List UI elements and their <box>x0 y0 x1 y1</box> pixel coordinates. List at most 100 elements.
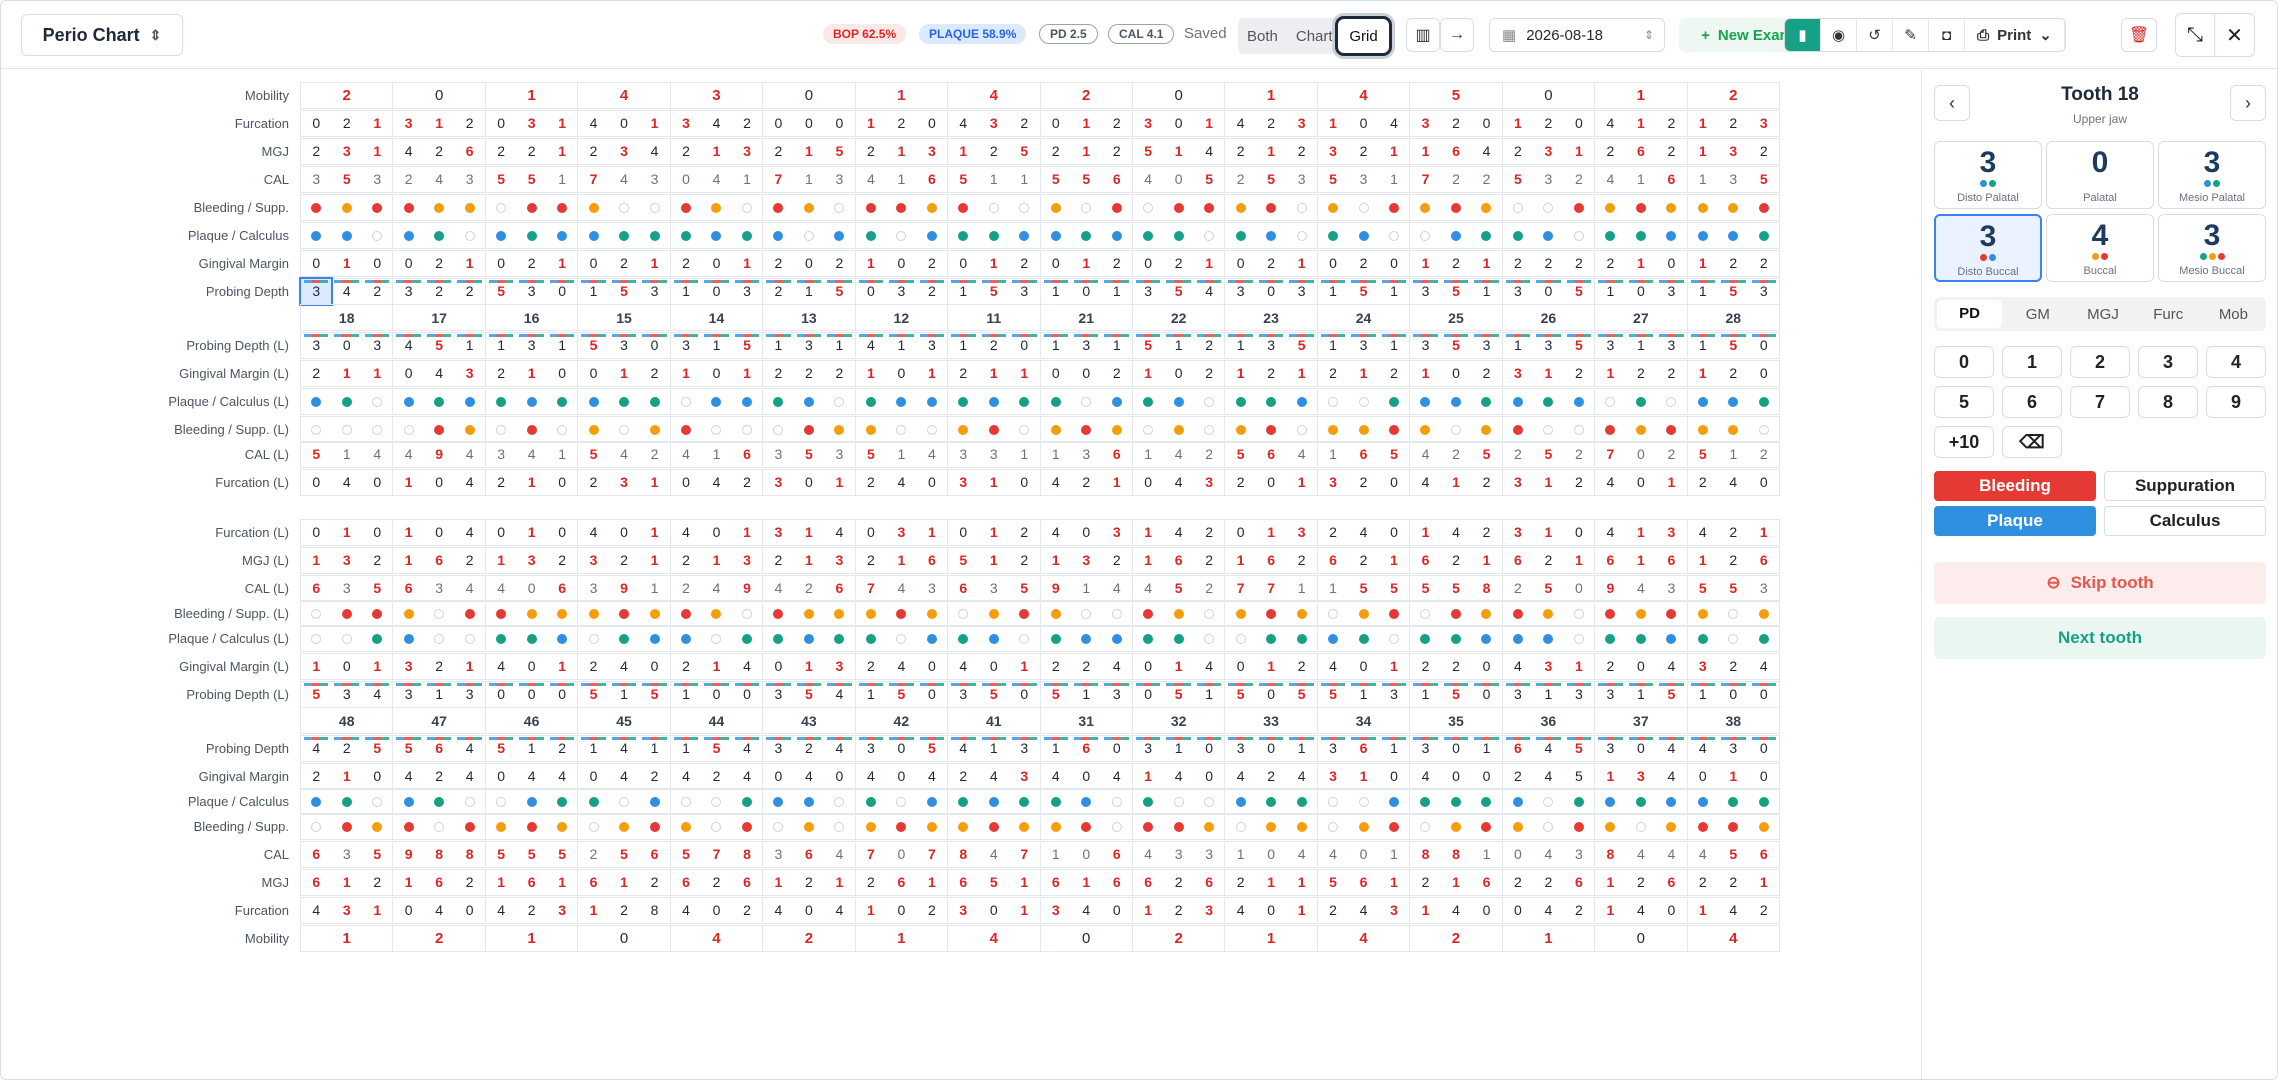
site-value[interactable]: 1 <box>516 470 546 495</box>
site-value[interactable]: 1 <box>824 870 854 895</box>
site-marker[interactable] <box>671 789 701 814</box>
site-value[interactable]: 2 <box>301 764 331 789</box>
site-marker[interactable] <box>732 223 762 248</box>
site-value[interactable]: 1 <box>1133 520 1163 545</box>
site-value[interactable]: 4 <box>1595 470 1625 495</box>
tooth-cell[interactable]: 412 <box>1595 111 1688 136</box>
site-value[interactable]: 5 <box>609 279 639 304</box>
tooth-cell[interactable] <box>1688 195 1779 220</box>
site-value[interactable]: 0 <box>1133 682 1163 707</box>
site-marker[interactable] <box>424 389 454 414</box>
site-value[interactable]: 5 <box>639 682 669 707</box>
tooth-cell[interactable]: 125 <box>948 139 1041 164</box>
site-value[interactable]: 6 <box>1471 870 1501 895</box>
site-value[interactable]: 1 <box>609 870 639 895</box>
site-marker[interactable] <box>301 389 331 414</box>
tooth-cell[interactable]: 353 <box>301 167 394 192</box>
site-value[interactable]: 1 <box>1503 333 1533 358</box>
tooth-cell[interactable]: 5 <box>1410 83 1503 108</box>
tooth-cell[interactable]: 634 <box>393 576 486 601</box>
tooth-cell[interactable]: 612 <box>578 870 671 895</box>
site-value[interactable]: 0 <box>1749 736 1779 761</box>
key-plus10[interactable]: +10 <box>1934 426 1994 458</box>
site-value[interactable]: 3 <box>331 898 361 923</box>
site-value[interactable]: 1 <box>1471 279 1501 304</box>
tooth-cell[interactable] <box>948 223 1041 248</box>
site-value[interactable]: 0 <box>763 764 793 789</box>
site-value[interactable]: 0 <box>578 764 608 789</box>
site-value[interactable]: 2 <box>362 548 392 573</box>
site-value[interactable]: 0 <box>639 654 669 679</box>
site-value[interactable]: 0 <box>1009 682 1039 707</box>
site-value[interactable]: 2 <box>1041 654 1071 679</box>
site-value[interactable]: 6 <box>1101 870 1131 895</box>
site-value[interactable]: 5 <box>1256 167 1286 192</box>
site-value[interactable]: 0 <box>1379 251 1409 276</box>
site-marker[interactable] <box>1749 626 1779 651</box>
site-value[interactable]: 2 <box>1009 548 1039 573</box>
site-value[interactable]: 0 <box>362 764 392 789</box>
site-value[interactable]: 1 <box>886 442 916 467</box>
site-value[interactable]: 1 <box>1379 736 1409 761</box>
site-marker[interactable] <box>1318 626 1348 651</box>
site-marker[interactable] <box>1041 223 1071 248</box>
site-value[interactable]: 2 <box>1194 576 1224 601</box>
site-marker[interactable] <box>1225 601 1255 626</box>
tooth-cell[interactable] <box>1133 417 1226 442</box>
site-value[interactable]: 3 <box>1256 333 1286 358</box>
site-value[interactable]: 5 <box>301 442 331 467</box>
tooth-cell[interactable]: 531 <box>1318 167 1411 192</box>
site-value[interactable]: 3 <box>547 898 577 923</box>
site-marker[interactable] <box>578 601 608 626</box>
tooth-cell[interactable]: 044 <box>486 764 579 789</box>
tooth-cell[interactable]: 0 <box>1595 926 1688 951</box>
tooth-cell[interactable]: 512 <box>1133 333 1226 358</box>
site-value[interactable]: 1 <box>1379 654 1409 679</box>
tooth-cell[interactable]: 021 <box>393 251 486 276</box>
site-value[interactable]: 2 <box>362 279 392 304</box>
site-value[interactable]: 3 <box>1194 470 1224 495</box>
site-value[interactable]: 3 <box>362 333 392 358</box>
site-value[interactable]: 2 <box>1441 548 1471 573</box>
tooth-cell[interactable]: 505 <box>1225 682 1318 707</box>
site-value[interactable]: 0 <box>1041 111 1071 136</box>
tooth-cell[interactable]: 1 <box>856 83 949 108</box>
tooth-cell[interactable]: 353 <box>1410 333 1503 358</box>
site-value[interactable]: 5 <box>301 682 331 707</box>
tooth-cell[interactable]: 324 <box>1688 654 1779 679</box>
tooth-cell[interactable] <box>1503 601 1596 626</box>
site-marker[interactable] <box>1041 389 1071 414</box>
site-value[interactable]: 0 <box>393 898 423 923</box>
site-value[interactable]: 8 <box>639 898 669 923</box>
site-value[interactable]: 1 <box>1041 333 1071 358</box>
site-marker[interactable] <box>1688 601 1718 626</box>
site-marker[interactable] <box>639 195 669 220</box>
site-value[interactable]: 5 <box>1041 167 1071 192</box>
site-value[interactable]: 5 <box>1441 279 1471 304</box>
site-value[interactable]: 0 <box>794 470 824 495</box>
site-value[interactable]: 1 <box>547 167 577 192</box>
site-value[interactable]: 4 <box>671 520 701 545</box>
tooth-cell[interactable]: 713 <box>763 167 856 192</box>
site-value[interactable]: 9 <box>393 842 423 867</box>
site-value[interactable]: 3 <box>1133 736 1163 761</box>
tooth-cell[interactable]: 322 <box>393 279 486 304</box>
site-marker[interactable] <box>1041 417 1071 442</box>
site-value[interactable]: 5 <box>979 870 1009 895</box>
site-value[interactable]: 2 <box>1595 654 1625 679</box>
site-value[interactable]: 4 <box>578 520 608 545</box>
site-marker[interactable] <box>1194 814 1224 839</box>
site-value[interactable]: 2 <box>1256 111 1286 136</box>
site-value[interactable]: 0 <box>1163 111 1193 136</box>
tooth-cell[interactable]: 1 <box>301 926 394 951</box>
site-value[interactable]: 1 <box>1101 333 1131 358</box>
site-marker[interactable] <box>1194 389 1224 414</box>
site-value[interactable]: 4 <box>886 654 916 679</box>
site-marker[interactable] <box>1503 814 1533 839</box>
site-value[interactable]: 4 <box>1626 898 1656 923</box>
site-marker[interactable] <box>1379 417 1409 442</box>
site-value[interactable]: 3 <box>331 576 361 601</box>
tooth-cell[interactable]: 340 <box>1041 898 1133 923</box>
site-value[interactable]: 3 <box>1595 682 1625 707</box>
tooth-cell[interactable]: 4 <box>578 83 671 108</box>
